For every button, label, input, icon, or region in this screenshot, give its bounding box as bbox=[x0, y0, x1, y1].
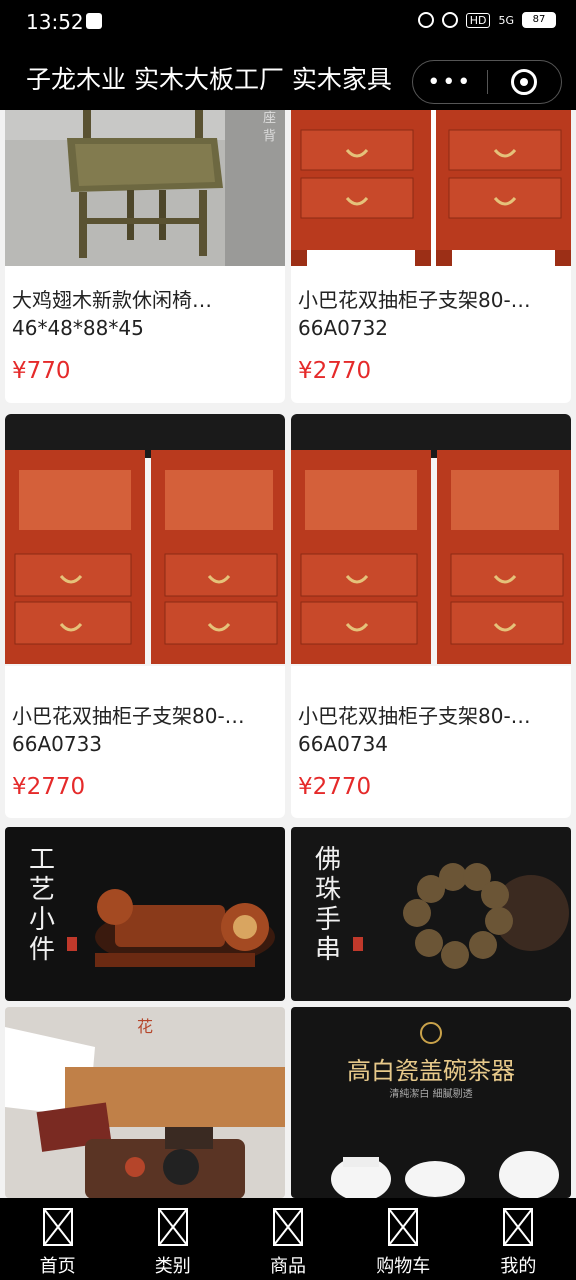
goods-icon bbox=[273, 1208, 303, 1246]
tab-label: 购物车 bbox=[376, 1256, 431, 1277]
tab-label: 类别 bbox=[154, 1256, 191, 1277]
close-button[interactable] bbox=[488, 69, 562, 95]
product-code: 46*48*88*45 bbox=[12, 316, 144, 340]
title-bar: 子龙木业 实木大板工厂 实木家具 ••• bbox=[0, 46, 576, 110]
banner-image bbox=[291, 1007, 571, 1198]
home-icon bbox=[42, 1208, 73, 1246]
tab-label: 我的 bbox=[500, 1256, 537, 1277]
product-code: 66A0733 bbox=[12, 732, 103, 756]
product-code: 66A0732 bbox=[298, 316, 389, 340]
category-icon bbox=[157, 1208, 188, 1246]
product-name: 大鸡翅木新款休闲椅… bbox=[12, 288, 212, 312]
app-notification-icon bbox=[86, 13, 102, 29]
product-card[interactable]: 小巴花双抽柜子支架80-… 66A0733 ¥2770 bbox=[5, 414, 285, 818]
tab-profile[interactable]: 我的 bbox=[461, 1198, 576, 1280]
miniapp-capsule: ••• bbox=[412, 60, 562, 104]
signal-5g-icon: 5G bbox=[498, 13, 514, 27]
profile-icon bbox=[503, 1208, 534, 1246]
product-image bbox=[291, 414, 571, 666]
svg-text:背: 背 bbox=[263, 129, 276, 144]
banner-text: 佛珠手串 bbox=[315, 845, 342, 965]
tab-cart[interactable]: 购物车 bbox=[346, 1198, 461, 1280]
product-name: 小巴花双抽柜子支架80-… bbox=[12, 704, 245, 728]
svg-text:座: 座 bbox=[263, 111, 276, 126]
cart-icon bbox=[388, 1208, 419, 1246]
banner-subtitle: 清純潔白 細膩剔透 bbox=[389, 1089, 473, 1100]
page-title: 子龙木业 实木大板工厂 实木家具 bbox=[26, 65, 392, 94]
close-circle-icon bbox=[511, 69, 538, 95]
hd-badge: HD bbox=[465, 12, 491, 28]
status-icons: HD 5G 87 bbox=[417, 12, 556, 28]
more-button[interactable]: ••• bbox=[413, 70, 487, 95]
product-price: ¥770 bbox=[12, 358, 71, 384]
category-banner-porcelain[interactable]: 高白瓷盖碗茶器 清純潔白 細膩剔透 bbox=[291, 1007, 571, 1198]
product-name: 小巴花双抽柜子支架80-… bbox=[298, 288, 531, 312]
banner-text: 花 bbox=[137, 1017, 154, 1036]
battery-icon: 87 bbox=[522, 12, 556, 28]
product-card[interactable]: 小巴花双抽柜子支架80-… 66A0734 ¥2770 bbox=[291, 414, 571, 818]
product-price: ¥2770 bbox=[298, 358, 372, 384]
product-image: 座 背 bbox=[5, 110, 285, 266]
product-card[interactable]: 小巴花双抽柜子支架80-… 66A0732 ¥2770 bbox=[291, 110, 571, 403]
tab-category[interactable]: 类别 bbox=[115, 1198, 230, 1280]
vibrate-icon bbox=[441, 12, 458, 28]
category-banner-beads[interactable]: 佛珠手串 bbox=[291, 827, 571, 1001]
tab-label: 商品 bbox=[270, 1256, 306, 1277]
product-price: ¥2770 bbox=[12, 774, 86, 800]
product-list: 座 背 大鸡翅木新款休闲椅… 46*48*88*45 ¥770 小巴花双抽柜子支… bbox=[0, 110, 576, 1198]
bottom-tab-bar: 首页 类别 商品 购物车 我的 bbox=[0, 1198, 576, 1280]
tab-label: 首页 bbox=[39, 1256, 76, 1277]
product-image bbox=[291, 110, 571, 266]
category-banner-crafts[interactable]: 工艺小件 bbox=[5, 827, 285, 1001]
product-code: 66A0734 bbox=[298, 732, 389, 756]
product-card[interactable]: 座 背 大鸡翅木新款休闲椅… 46*48*88*45 ¥770 bbox=[5, 110, 285, 403]
tab-goods[interactable]: 商品 bbox=[230, 1198, 345, 1280]
product-price: ¥2770 bbox=[298, 774, 372, 800]
product-image bbox=[5, 414, 285, 666]
alarm-icon bbox=[417, 12, 434, 28]
banner-text: 工艺小件 bbox=[29, 845, 56, 965]
category-banner-tea-tray[interactable]: 花 bbox=[5, 1007, 285, 1198]
tab-home[interactable]: 首页 bbox=[0, 1198, 115, 1280]
status-time: 13:52 bbox=[26, 10, 84, 34]
status-bar: 13:52 HD 5G 87 bbox=[0, 0, 576, 46]
product-name: 小巴花双抽柜子支架80-… bbox=[298, 704, 531, 728]
banner-title: 高白瓷盖碗茶器 bbox=[347, 1057, 515, 1085]
